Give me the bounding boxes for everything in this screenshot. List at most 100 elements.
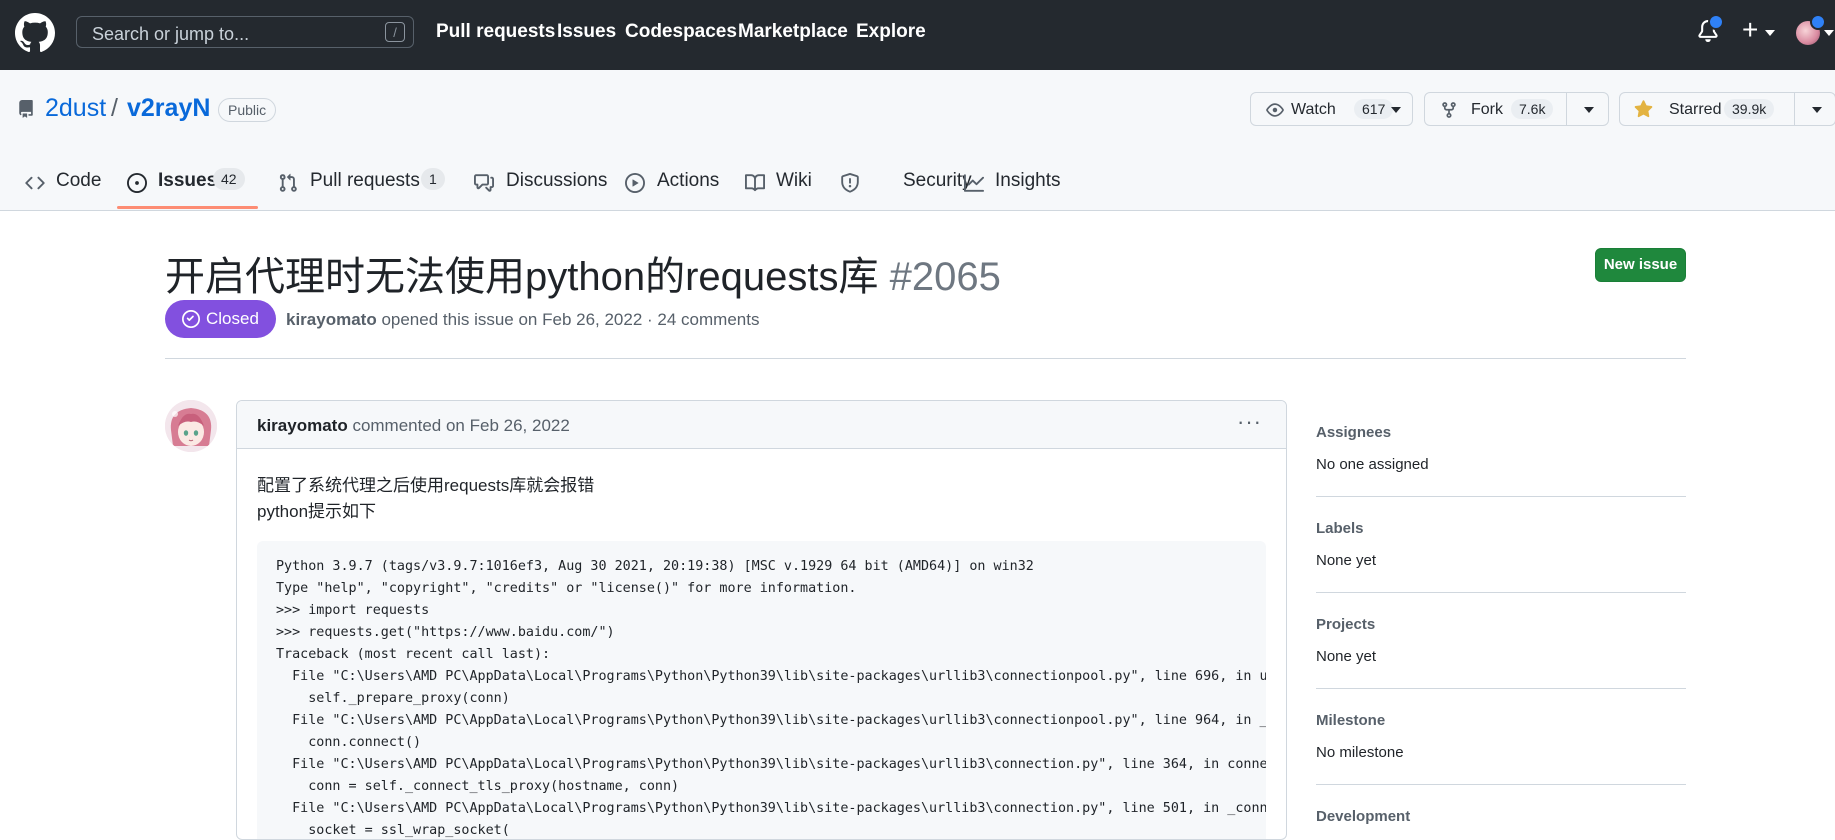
comment-discussion-icon (474, 174, 494, 192)
code-line: >>> requests.get("https://www.baidu.com/… (276, 625, 615, 640)
sidebar-projects-value: None yet (1316, 648, 1377, 665)
code-line: File "C:\Users\AMD PC\AppData\Local\Prog… (276, 669, 1266, 684)
code-line: File "C:\Users\AMD PC\AppData\Local\Prog… (276, 801, 1266, 816)
sidebar-assignees-heading[interactable]: Assignees (1316, 424, 1391, 441)
issue-meta-text: opened this issue on Feb 26, 2022 · 24 c… (381, 310, 760, 329)
chevron-down-icon[interactable] (1812, 107, 1822, 113)
comment-timestamp[interactable]: commented on Feb 26, 2022 (352, 416, 569, 435)
chevron-down-icon (1391, 107, 1401, 113)
code-line: conn.connect() (276, 735, 422, 750)
code-line: Type "help", "copyright", "credits" or "… (276, 581, 857, 596)
star-label: Starred (1669, 101, 1722, 118)
sidebar-projects-heading[interactable]: Projects (1316, 616, 1375, 633)
nav-explore[interactable]: Explore (856, 21, 926, 43)
star-fill-icon (1634, 100, 1653, 118)
comment-body-line-2: python提示如下 (257, 502, 377, 521)
sidebar-labels-heading[interactable]: Labels (1316, 520, 1364, 537)
comment-author-link[interactable]: kirayomato (257, 416, 348, 435)
code-icon (25, 176, 45, 190)
nav-issues[interactable]: Issues (557, 21, 616, 43)
shield-icon (841, 173, 859, 193)
watch-count: 617 (1354, 99, 1394, 119)
star-count: 39.9k (1724, 99, 1775, 119)
kebab-horizontal-icon[interactable]: ··· (1237, 409, 1262, 435)
code-line: self._prepare_proxy(conn) (276, 691, 510, 706)
repo-owner-link[interactable]: 2dust (45, 94, 106, 123)
tab-code-label: Code (56, 170, 102, 191)
tab-issues-count: 42 (213, 168, 245, 190)
code-line: Traceback (most recent call last): (276, 647, 551, 662)
sidebar-development-heading[interactable]: Development (1316, 808, 1410, 825)
comment-author-avatar[interactable] (165, 400, 217, 452)
visibility-badge: Public (218, 98, 277, 122)
button-divider (1794, 93, 1795, 125)
book-icon (745, 174, 765, 192)
tab-actions-label: Actions (657, 170, 720, 191)
sidebar-assignees-value: No one assigned (1316, 456, 1429, 473)
git-pull-request-icon (279, 173, 297, 192)
button-divider (1566, 93, 1567, 125)
issue-title-text: 开启代理时无法使用python的requests库 (165, 255, 879, 299)
sidebar-milestone-heading[interactable]: Milestone (1316, 712, 1385, 729)
code-line: Python 3.9.7 (tags/v3.9.7:1016ef3, Aug 3… (276, 559, 1034, 574)
nav-codespaces[interactable]: Codespaces (625, 21, 737, 43)
star-button[interactable]: Starred 39.9k (1619, 92, 1835, 126)
issue-meta: kirayomato opened this issue on Feb 26, … (286, 310, 759, 330)
sidebar-milestone-value: No milestone (1316, 744, 1404, 761)
code-line: File "C:\Users\AMD PC\AppData\Local\Prog… (276, 713, 1266, 728)
tab-discussions-label: Discussions (506, 170, 608, 191)
code-line: socket = ssl_wrap_socket( (276, 823, 510, 838)
sidebar-labels-value: None yet (1316, 552, 1377, 569)
comment-body-line-1: 配置了系统代理之后使用requests库就会报错 (257, 476, 595, 495)
repo-icon (19, 100, 33, 118)
watch-button[interactable]: Watch 617 (1250, 92, 1413, 126)
code-line: conn = self._connect_tls_proxy(hostname,… (276, 779, 680, 794)
search-input[interactable]: Search or jump to... / (76, 16, 414, 48)
watch-label: Watch (1291, 101, 1336, 118)
global-header: Search or jump to... / Pull requests Iss… (0, 0, 1835, 70)
comment-header-text: kirayomato commented on Feb 26, 2022 (257, 416, 570, 436)
tab-security-label: Security (903, 170, 972, 191)
avatar-illustration (165, 400, 217, 452)
new-issue-button[interactable]: New issue (1595, 248, 1686, 282)
repo-header: 2dust / v2rayN Public Watch 617 Fork 7.6… (0, 70, 1835, 211)
chevron-down-icon[interactable] (1584, 107, 1594, 113)
sidebar-divider (1316, 592, 1686, 593)
issue-title: 开启代理时无法使用python的requests库 #2065 (165, 244, 1001, 302)
comment-box: kirayomato commented on Feb 26, 2022 ···… (236, 400, 1287, 840)
notification-dot (1708, 14, 1724, 30)
plus-icon[interactable]: + (1742, 14, 1758, 46)
chevron-down-icon[interactable] (1765, 30, 1775, 36)
tab-issues-label: Issues (158, 170, 218, 191)
search-shortcut-key: / (385, 22, 405, 42)
header-divider (165, 358, 1686, 359)
github-logo[interactable] (15, 13, 55, 53)
sidebar-divider (1316, 784, 1686, 785)
search-placeholder: Search or jump to... (92, 24, 250, 44)
tab-wiki-label: Wiki (776, 170, 812, 191)
avatar-status-dot (1810, 14, 1826, 30)
comment-header: kirayomato commented on Feb 26, 2022 ··· (237, 401, 1286, 449)
active-tab-indicator (117, 206, 258, 209)
repo-forked-icon (1442, 102, 1456, 118)
issue-number: #2065 (889, 255, 1001, 299)
code-line: File "C:\Users\AMD PC\AppData\Local\Prog… (276, 757, 1266, 772)
nav-pull-requests[interactable]: Pull requests (436, 21, 555, 43)
issue-state-badge: Closed (165, 300, 276, 338)
issue-state-label: Closed (206, 309, 259, 328)
chevron-down-icon[interactable] (1824, 30, 1834, 36)
repo-name-link[interactable]: v2rayN (127, 94, 210, 123)
play-icon (625, 173, 645, 193)
code-block: Python 3.9.7 (tags/v3.9.7:1016ef3, Aug 3… (257, 541, 1266, 839)
repo-path-separator: / (111, 94, 118, 122)
tab-insights-label: Insights (995, 170, 1061, 191)
nav-marketplace[interactable]: Marketplace (738, 21, 848, 43)
issue-author-link[interactable]: kirayomato (286, 310, 377, 329)
tab-pull-requests-count: 1 (421, 168, 445, 190)
code-line: >>> import requests (276, 603, 430, 618)
sidebar-divider (1316, 688, 1686, 689)
fork-label: Fork (1471, 101, 1503, 118)
fork-button[interactable]: Fork 7.6k (1424, 92, 1609, 126)
issue-opened-icon (127, 173, 147, 193)
sidebar-divider (1316, 496, 1686, 497)
